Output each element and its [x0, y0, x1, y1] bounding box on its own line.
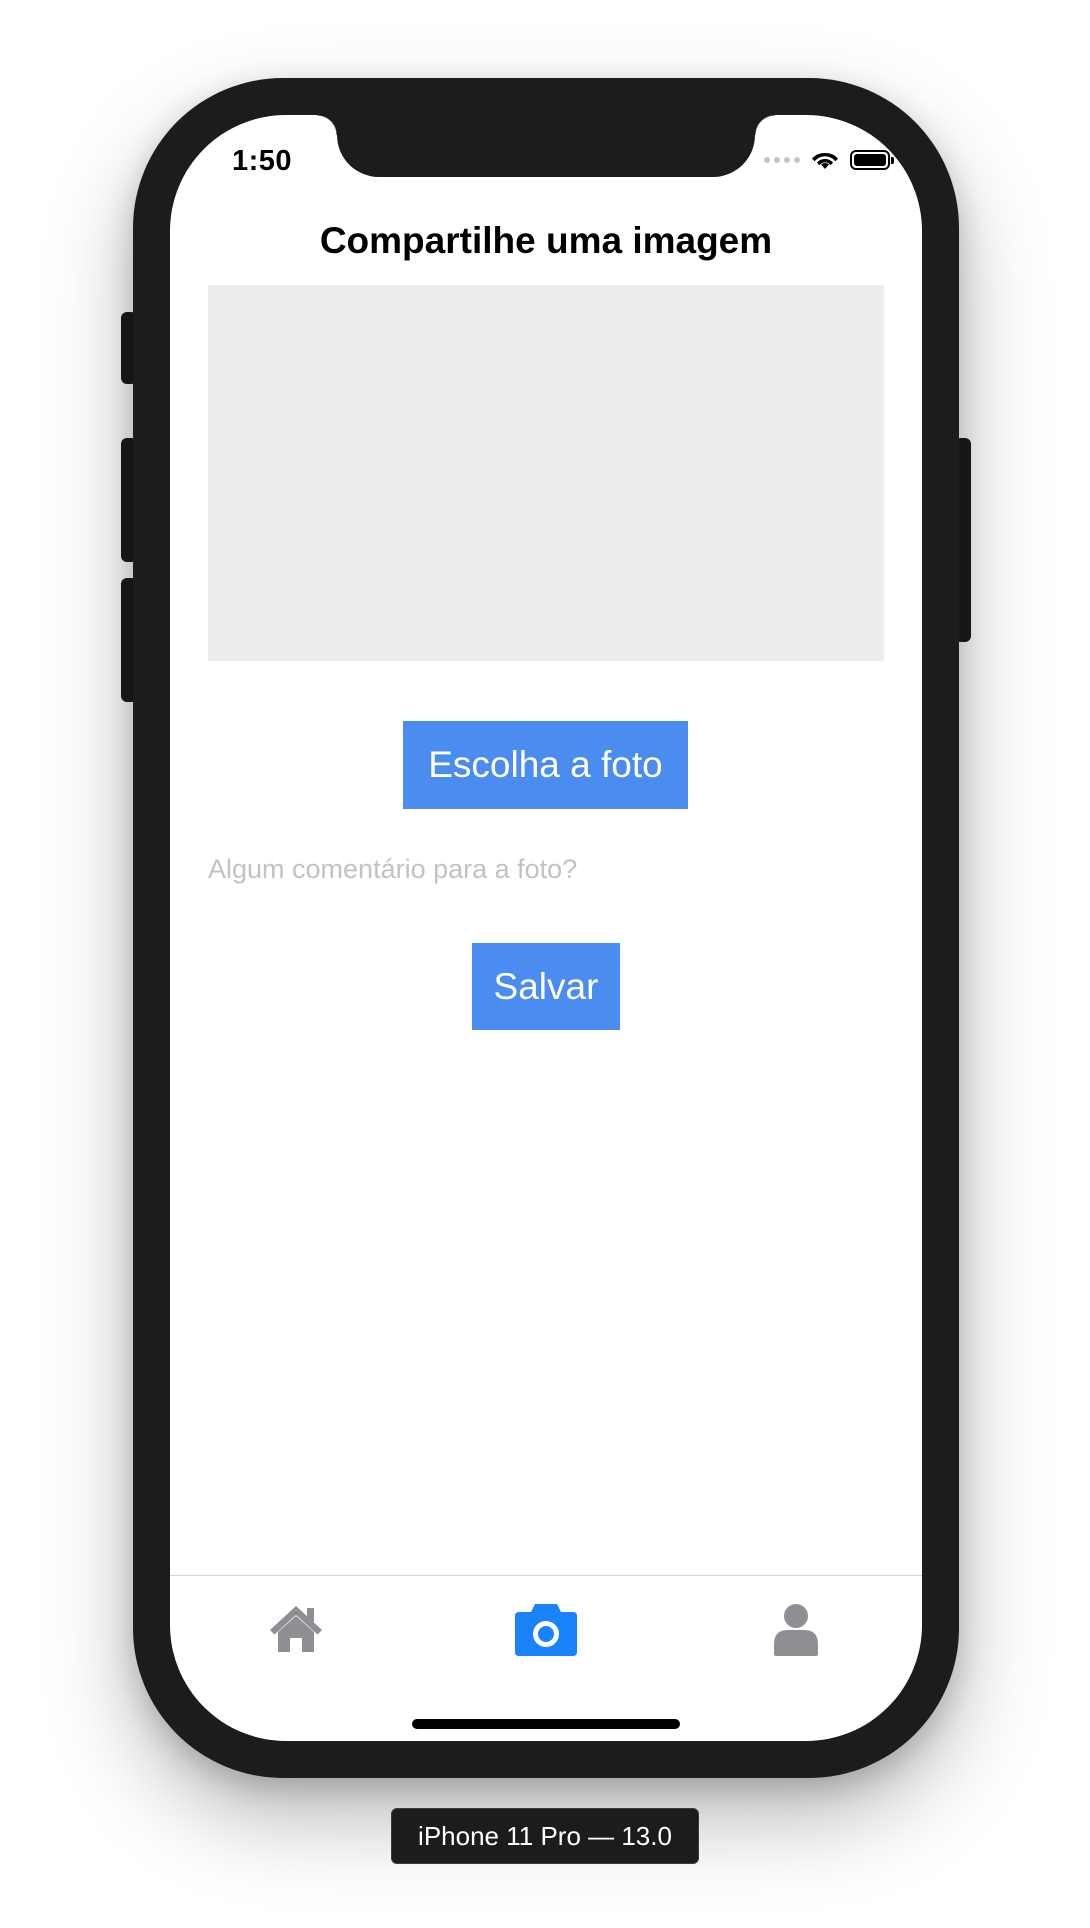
comment-input[interactable]: [208, 847, 884, 891]
device-screen: 1:50 Compartilhe uma imagem Escolha a fo…: [170, 115, 922, 1741]
wifi-icon: [812, 152, 838, 169]
save-button[interactable]: Salvar: [472, 943, 620, 1030]
tab-bar: [170, 1575, 922, 1741]
user-icon: [774, 1604, 818, 1656]
tab-camera[interactable]: [506, 1594, 586, 1664]
status-time: 1:50: [232, 145, 293, 177]
tab-home[interactable]: [256, 1594, 336, 1664]
home-icon: [270, 1606, 322, 1652]
notch: [317, 115, 775, 177]
camera-icon: [515, 1604, 577, 1656]
device-caption: iPhone 11 Pro — 13.0: [391, 1808, 699, 1864]
page-title: Compartilhe uma imagem: [319, 220, 773, 261]
tab-profile[interactable]: [756, 1594, 836, 1664]
image-preview-placeholder: [208, 285, 884, 661]
home-indicator[interactable]: [412, 1719, 680, 1729]
choose-photo-button[interactable]: Escolha a foto: [403, 721, 688, 809]
battery-icon: [850, 150, 894, 170]
status-icons: [764, 149, 894, 171]
simulator-stage: 1:50 Compartilhe uma imagem Escolha a fo…: [0, 0, 1090, 1928]
signal-icon: [764, 157, 800, 163]
